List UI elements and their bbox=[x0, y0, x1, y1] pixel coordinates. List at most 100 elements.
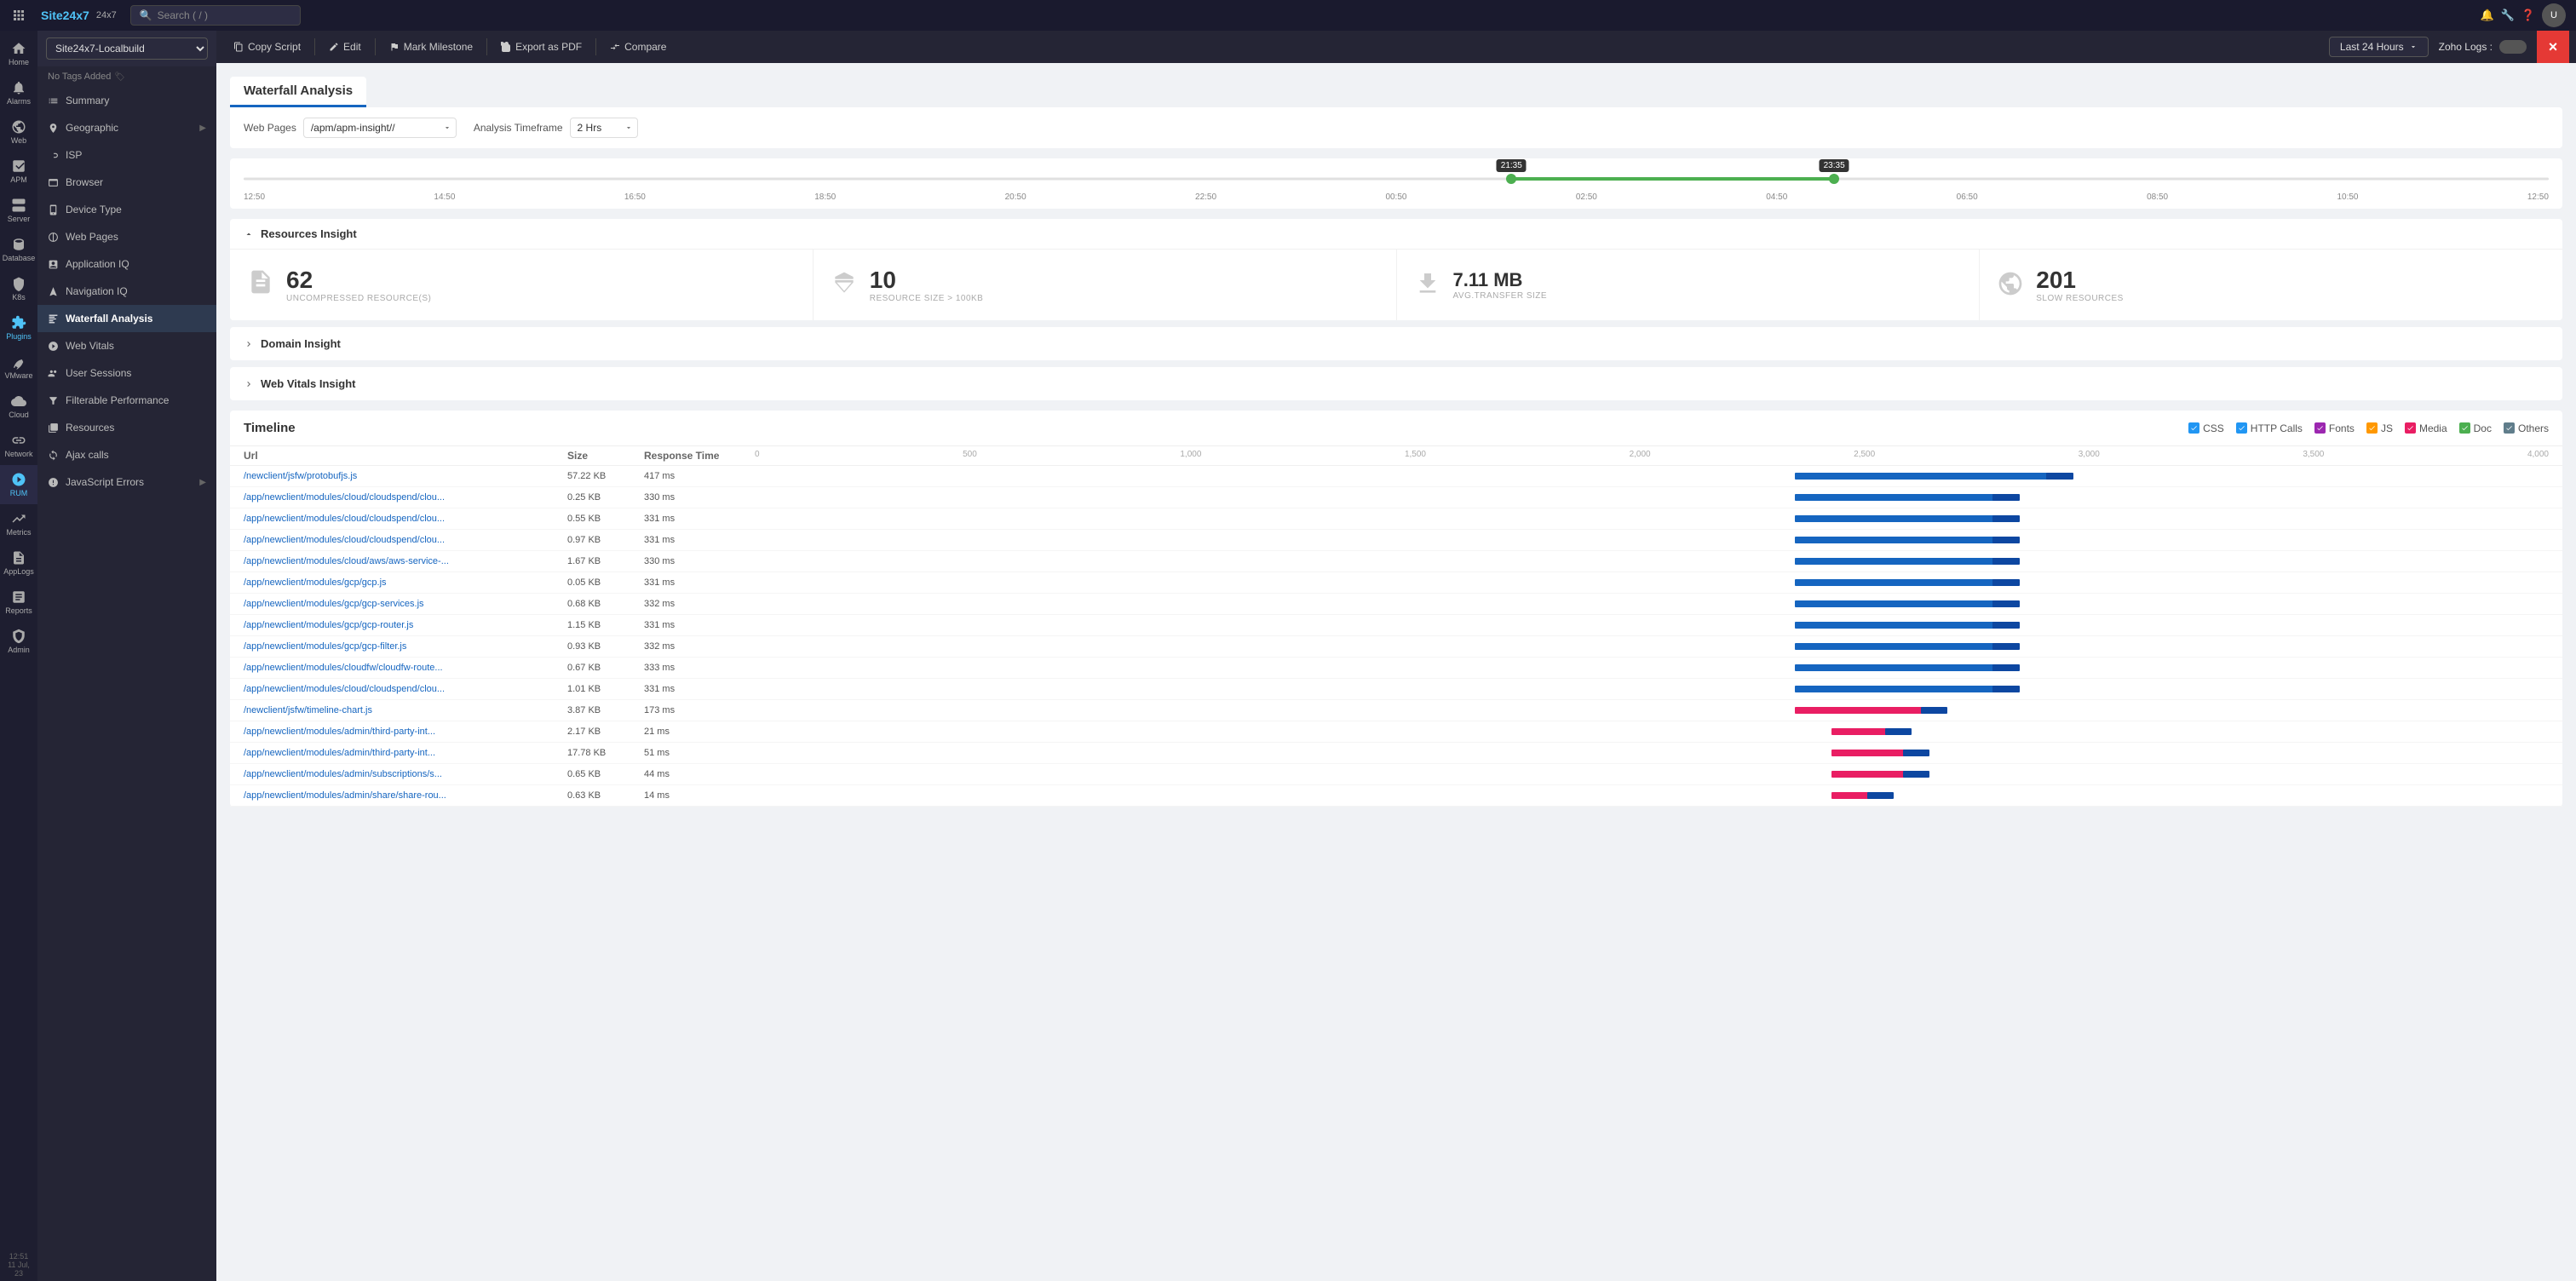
user-sessions-icon bbox=[48, 368, 59, 379]
web-pages-select[interactable]: /apm/apm-insight// bbox=[303, 118, 457, 138]
url-cell[interactable]: /newclient/jsfw/protobufjs.js bbox=[244, 471, 567, 481]
url-cell[interactable]: /app/newclient/modules/gcp/gcp-router.js bbox=[244, 620, 567, 630]
url-cell[interactable]: /app/newclient/modules/admin/third-party… bbox=[244, 748, 567, 758]
filter-doc[interactable]: Doc bbox=[2459, 422, 2492, 434]
url-cell[interactable]: /newclient/jsfw/timeline-chart.js bbox=[244, 705, 567, 715]
nav-item-geographic[interactable]: Geographic ▶ bbox=[37, 114, 216, 141]
nav-item-resources[interactable]: Resources bbox=[37, 414, 216, 441]
sidebar-cloud[interactable]: Cloud bbox=[0, 387, 37, 426]
time-cell: 331 ms bbox=[644, 577, 755, 588]
nav-item-device-type[interactable]: Device Type bbox=[37, 196, 216, 223]
compare-btn[interactable]: Compare bbox=[600, 36, 676, 58]
size-cell: 0.55 KB bbox=[567, 514, 644, 524]
resources-insight-header[interactable]: Resources Insight bbox=[230, 219, 2562, 250]
sidebar-server[interactable]: Server bbox=[0, 191, 37, 230]
sidebar-vmware[interactable]: VMware bbox=[0, 348, 37, 387]
timeline-labels: 12:50 14:50 16:50 18:50 20:50 22:50 00:5… bbox=[244, 192, 2549, 205]
sidebar-applogs[interactable]: AppLogs bbox=[0, 543, 37, 583]
media-label: Media bbox=[2419, 422, 2447, 434]
size-cell: 0.05 KB bbox=[567, 577, 644, 588]
nav-item-ajax-calls[interactable]: Ajax calls bbox=[37, 441, 216, 468]
bar-cell bbox=[755, 683, 2549, 695]
edit-btn[interactable]: Edit bbox=[319, 36, 371, 58]
nav-item-web-vitals[interactable]: Web Vitals bbox=[37, 332, 216, 359]
edit-icon[interactable]: 🔧 bbox=[2501, 9, 2515, 22]
zoho-logs-switch[interactable] bbox=[2499, 40, 2527, 54]
site-selector[interactable]: Site24x7-Localbuild bbox=[46, 37, 208, 60]
nav-item-navigation-iq[interactable]: Navigation IQ bbox=[37, 278, 216, 305]
sidebar-database[interactable]: Database bbox=[0, 230, 37, 269]
help-icon[interactable]: ❓ bbox=[2521, 9, 2535, 22]
time-cell: 21 ms bbox=[644, 727, 755, 737]
bar-cell bbox=[755, 491, 2549, 503]
table-row: /app/newclient/modules/cloud/cloudspend/… bbox=[230, 487, 2562, 508]
timeline-thumb-start[interactable]: 21:35 bbox=[1506, 174, 1516, 184]
copy-icon bbox=[233, 42, 244, 52]
timeline-slider: 21:35 23:35 12:50 14:50 16:50 18:50 20:5… bbox=[230, 158, 2562, 209]
nav-item-user-sessions[interactable]: User Sessions bbox=[37, 359, 216, 387]
url-cell[interactable]: /app/newclient/modules/admin/subscriptio… bbox=[244, 769, 567, 779]
url-cell[interactable]: /app/newclient/modules/gcp/gcp-filter.js bbox=[244, 641, 567, 652]
filter-css[interactable]: CSS bbox=[2188, 422, 2224, 434]
url-cell[interactable]: /app/newclient/modules/admin/share/share… bbox=[244, 790, 567, 801]
bar-cell bbox=[755, 513, 2549, 525]
export-pdf-btn[interactable]: Export as PDF bbox=[491, 36, 592, 58]
sidebar-home[interactable]: Home bbox=[0, 34, 37, 73]
sidebar-apm[interactable]: APM bbox=[0, 152, 37, 191]
sidebar-alarms[interactable]: Alarms bbox=[0, 73, 37, 112]
url-cell[interactable]: /app/newclient/modules/cloudfw/cloudfw-r… bbox=[244, 663, 567, 673]
timeline-track[interactable]: 21:35 23:35 bbox=[244, 165, 2549, 192]
filter-js[interactable]: JS bbox=[2366, 422, 2393, 434]
size-cell: 0.68 KB bbox=[567, 599, 644, 609]
sidebar-metrics[interactable]: Metrics bbox=[0, 504, 37, 543]
resource-size-label: RESOURCE SIZE > 100KB bbox=[870, 294, 984, 303]
size-col-header: Size bbox=[567, 450, 644, 462]
nav-item-application-iq[interactable]: Application IQ bbox=[37, 250, 216, 278]
nav-item-filterable-perf[interactable]: Filterable Performance bbox=[37, 387, 216, 414]
sidebar-network[interactable]: Network bbox=[0, 426, 37, 465]
mark-milestone-btn[interactable]: Mark Milestone bbox=[379, 36, 483, 58]
domain-insight-header[interactable]: Domain Insight bbox=[230, 327, 2562, 360]
nav-item-isp[interactable]: ISP bbox=[37, 141, 216, 169]
copy-script-btn[interactable]: Copy Script bbox=[223, 36, 311, 58]
filter-media[interactable]: Media bbox=[2405, 422, 2447, 434]
sidebar-reports[interactable]: Reports bbox=[0, 583, 37, 622]
user-avatar[interactable]: U bbox=[2542, 3, 2566, 27]
sidebar-k8s[interactable]: K8s bbox=[0, 269, 37, 308]
url-cell[interactable]: /app/newclient/modules/gcp/gcp-services.… bbox=[244, 599, 567, 609]
size-cell: 0.67 KB bbox=[567, 663, 644, 673]
url-cell[interactable]: /app/newclient/modules/cloud/cloudspend/… bbox=[244, 492, 567, 503]
url-cell[interactable]: /app/newclient/modules/admin/third-party… bbox=[244, 727, 567, 737]
filter-fonts[interactable]: Fonts bbox=[2314, 422, 2355, 434]
sidebar-admin[interactable]: Admin bbox=[0, 622, 37, 661]
url-cell[interactable]: /app/newclient/modules/cloud/cloudspend/… bbox=[244, 535, 567, 545]
notification-icon[interactable]: 🔔 bbox=[2480, 9, 2493, 22]
nav-item-javascript-errors[interactable]: JavaScript Errors ▶ bbox=[37, 468, 216, 496]
sidebar-plugins[interactable]: Plugins bbox=[0, 308, 37, 348]
sidebar-rum[interactable]: RUM bbox=[0, 465, 37, 504]
url-cell[interactable]: /app/newclient/modules/gcp/gcp.js bbox=[244, 577, 567, 588]
apps-icon[interactable] bbox=[0, 8, 37, 23]
navigation-iq-icon bbox=[48, 286, 59, 297]
table-row: /newclient/jsfw/protobufjs.js 57.22 KB 4… bbox=[230, 466, 2562, 487]
close-button[interactable]: × bbox=[2537, 31, 2569, 63]
nav-item-web-pages[interactable]: Web Pages bbox=[37, 223, 216, 250]
time-range-selector[interactable]: Last 24 Hours bbox=[2329, 37, 2429, 57]
timeframe-select[interactable]: 2 Hrs bbox=[570, 118, 638, 138]
search-input[interactable]: 🔍 Search ( / ) bbox=[130, 5, 301, 26]
web-vitals-insight-section: Web Vitals Insight bbox=[230, 367, 2562, 400]
nav-item-browser[interactable]: Browser bbox=[37, 169, 216, 196]
url-cell[interactable]: /app/newclient/modules/cloud/cloudspend/… bbox=[244, 684, 567, 694]
size-cell: 17.78 KB bbox=[567, 748, 644, 758]
nav-item-waterfall-analysis[interactable]: Waterfall Analysis bbox=[37, 305, 216, 332]
url-cell[interactable]: /app/newclient/modules/cloud/cloudspend/… bbox=[244, 514, 567, 524]
timeline-thumb-end[interactable]: 23:35 bbox=[1829, 174, 1839, 184]
filter-http[interactable]: HTTP Calls bbox=[2236, 422, 2303, 434]
url-cell[interactable]: /app/newclient/modules/cloud/aws/aws-ser… bbox=[244, 556, 567, 566]
sidebar-web[interactable]: Web bbox=[0, 112, 37, 152]
filter-others[interactable]: Others bbox=[2504, 422, 2549, 434]
web-vitals-insight-header[interactable]: Web Vitals Insight bbox=[230, 367, 2562, 400]
timeline-table-header: Timeline CSS HTTP Calls bbox=[230, 411, 2562, 446]
bar-cell bbox=[755, 598, 2549, 610]
nav-item-summary[interactable]: Summary bbox=[37, 87, 216, 114]
